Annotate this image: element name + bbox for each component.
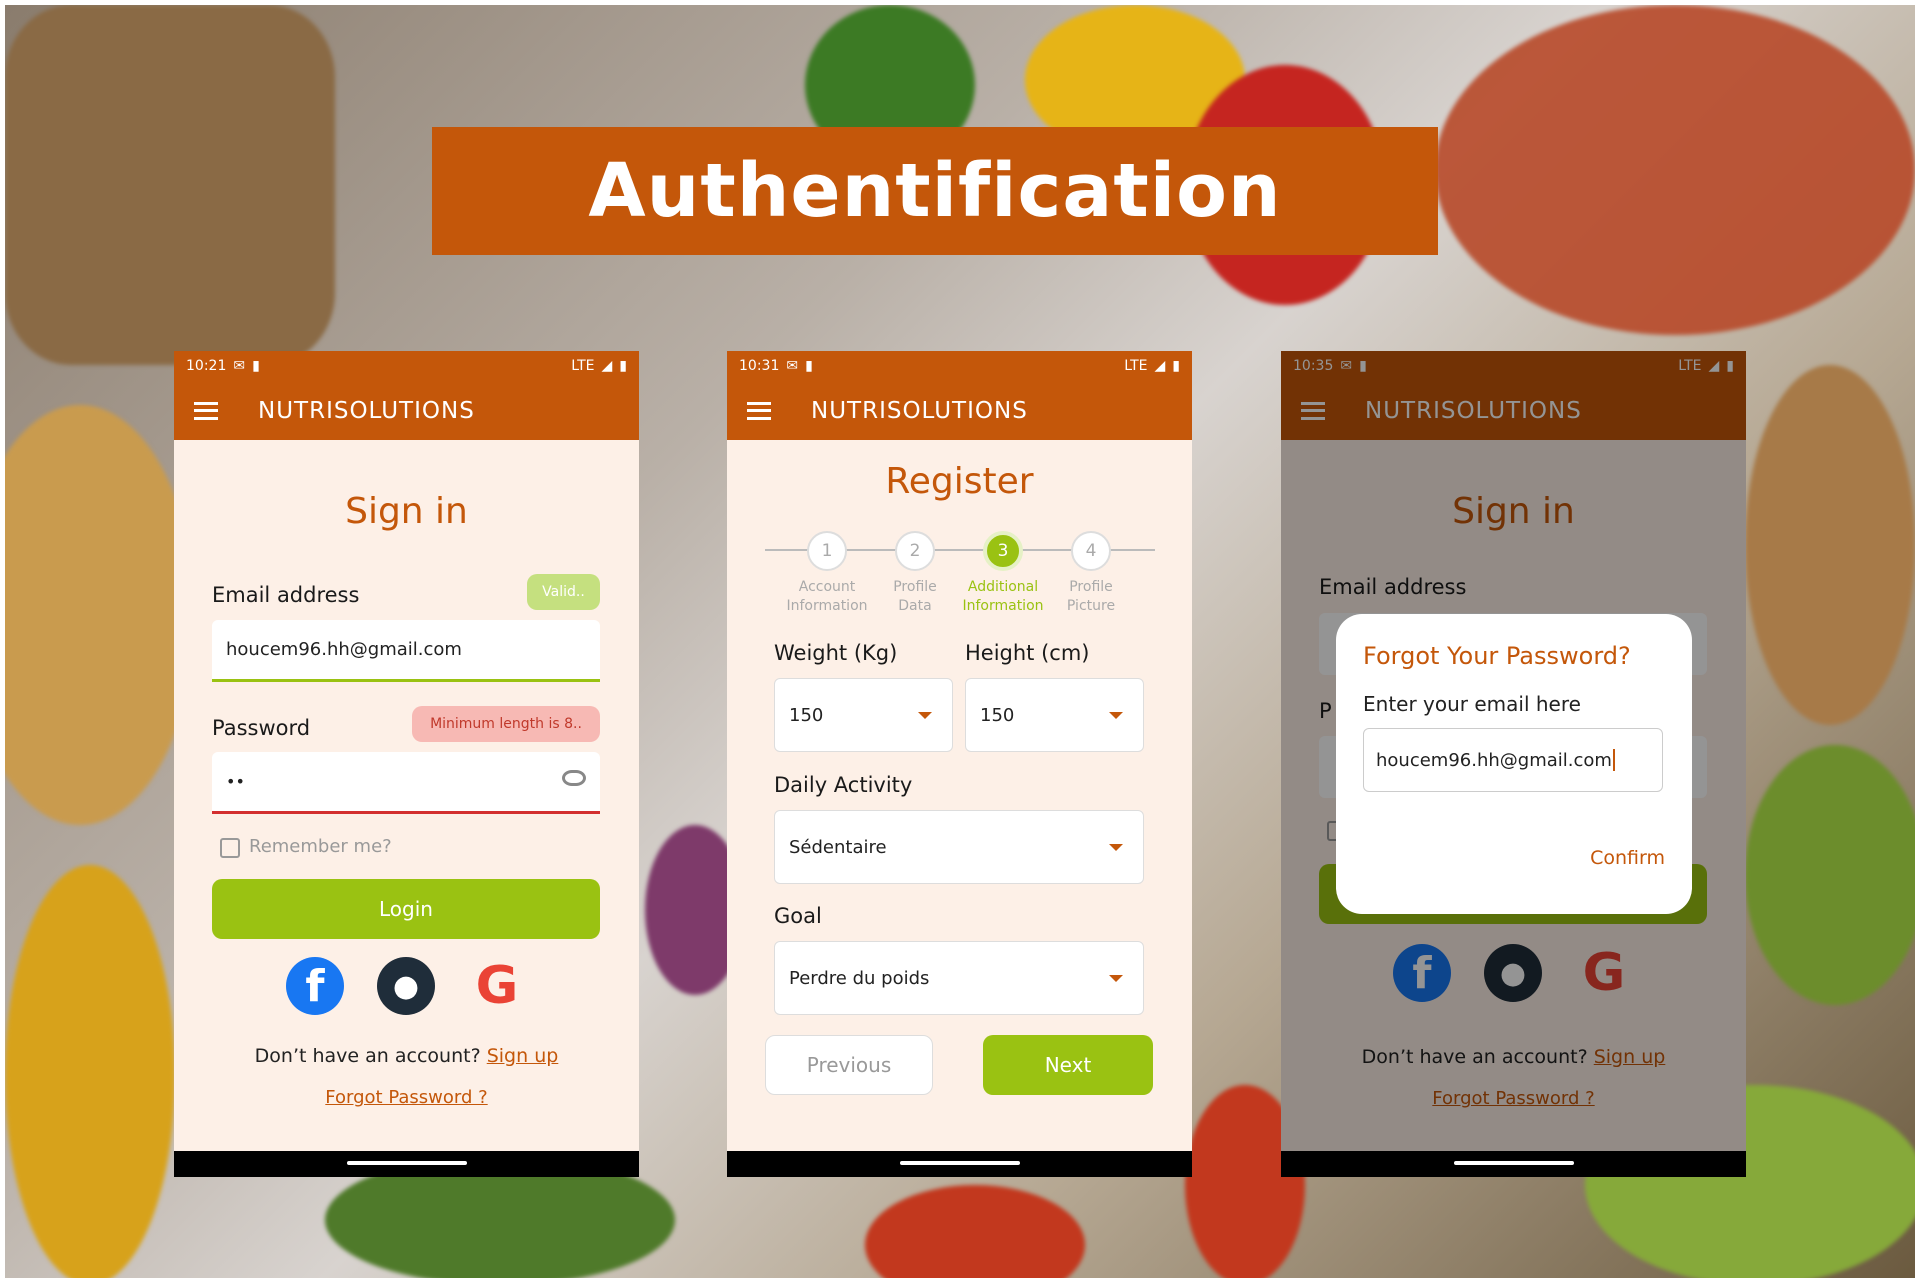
status-bar: 10:31 ✉ ▮ LTE ◢ ▮ [727,351,1192,381]
forgot-password-dialog: Forgot Your Password? Enter your email h… [1336,614,1692,914]
page-title: Sign in [345,491,468,532]
next-button[interactable]: Next [983,1035,1153,1095]
home-indicator[interactable] [899,1161,1020,1165]
facebook-icon[interactable]: f [286,957,344,1015]
goal-value: Perdre du poids [789,967,930,989]
step-4-circle[interactable]: 4 [1071,531,1111,571]
network-label: LTE [1124,358,1148,374]
battery-icon: ▮ [1172,358,1180,374]
system-nav-bar [727,1151,1192,1177]
height-label: Height (cm) [965,641,1090,665]
apple-icon[interactable]: ● [377,957,435,1015]
google-icon[interactable]: G [468,956,526,1016]
password-input[interactable]: •• [212,752,600,814]
no-account-text: Don’t have an account? [254,1045,481,1067]
status-time: 10:21 [186,358,227,374]
goal-select[interactable]: Perdre du poids [774,941,1144,1015]
mail-icon: ✉ [233,358,246,374]
system-nav-bar [1281,1151,1746,1177]
system-nav-bar [174,1151,639,1177]
menu-icon[interactable] [747,401,771,420]
menu-icon[interactable] [194,401,218,420]
password-error-chip: Minimum length is 8.. [412,706,600,742]
step-3-label: Information [962,598,1044,614]
home-indicator[interactable] [1453,1161,1574,1165]
height-value: 150 [980,704,1015,726]
activity-value: Sédentaire [789,836,887,858]
email-valid-chip: Valid.. [527,574,600,610]
chevron-down-icon [918,712,932,719]
home-indicator[interactable] [346,1161,467,1165]
height-select[interactable]: 150 [965,678,1144,752]
forgot-password-phone: 10:35 ✉ ▮ LTE ◢ ▮ NUTRISOLUTIONS Sign in Ema… [1281,351,1746,1177]
email-label: Email address [212,583,360,607]
weight-label: Weight (Kg) [774,641,898,665]
text-cursor [1612,749,1615,771]
login-button[interactable]: Login [212,879,600,939]
app-bar: NUTRISOLUTIONS [174,381,639,440]
signal-icon: ◢ [601,358,613,374]
dialog-email-input[interactable]: houcem96.hh@gmail.com [1363,728,1663,792]
step-1-label: Information [786,598,868,614]
confirm-button[interactable]: Confirm [1590,847,1665,869]
activity-select[interactable]: Sédentaire [774,810,1144,884]
chevron-down-icon [1109,844,1123,851]
dialog-email-value: houcem96.hh@gmail.com [1376,749,1612,771]
sd-card-icon: ▮ [805,358,813,374]
signup-link[interactable]: Sign up [487,1045,559,1067]
chevron-down-icon [1109,712,1123,719]
app-title: NUTRISOLUTIONS [258,397,475,424]
title-banner: Authentification [432,127,1438,255]
remember-checkbox[interactable] [220,838,240,858]
network-label: LTE [571,358,595,374]
battery-icon: ▮ [619,358,627,374]
signin-phone: 10:21 ✉ ▮ LTE ◢ ▮ NUTRISOLUTIONS Sign in Ema… [174,351,639,1177]
chevron-down-icon [1109,975,1123,982]
signal-icon: ◢ [1154,358,1166,374]
weight-value: 150 [789,704,824,726]
app-bar: NUTRISOLUTIONS [727,381,1192,440]
banner-title: Authentification [588,148,1282,234]
step-2-circle[interactable]: 2 [895,531,935,571]
goal-label: Goal [774,904,822,928]
step-2-label: Profile [893,579,937,595]
remember-label: Remember me? [249,836,392,857]
dialog-prompt: Enter your email here [1363,692,1581,716]
activity-label: Daily Activity [774,773,913,797]
app-title: NUTRISOLUTIONS [811,397,1028,424]
step-3-circle[interactable]: 3 [983,531,1023,571]
dialog-title: Forgot Your Password? [1363,642,1631,670]
step-4-label: Profile [1069,579,1113,595]
step-2-label: Data [898,598,932,614]
status-time: 10:31 [739,358,780,374]
password-label: Password [212,716,311,740]
register-phone: 10:31 ✉ ▮ LTE ◢ ▮ NUTRISOLUTIONS Register 1 A… [727,351,1192,1177]
step-1-label: Account [798,579,856,595]
step-3-label: Additional [967,579,1039,595]
step-4-label: Picture [1066,598,1116,614]
signup-prompt: Don’t have an account? Sign up [174,1045,639,1067]
previous-button[interactable]: Previous [765,1035,933,1095]
eye-icon[interactable] [562,770,586,786]
weight-select[interactable]: 150 [774,678,953,752]
mail-icon: ✉ [786,358,799,374]
sd-card-icon: ▮ [252,358,260,374]
step-1-circle[interactable]: 1 [807,531,847,571]
password-value: •• [226,772,245,791]
forgot-password-link[interactable]: Forgot Password ? [325,1087,487,1108]
status-bar: 10:21 ✉ ▮ LTE ◢ ▮ [174,351,639,381]
email-input[interactable]: houcem96.hh@gmail.com [212,620,600,682]
page-title: Register [885,461,1034,502]
